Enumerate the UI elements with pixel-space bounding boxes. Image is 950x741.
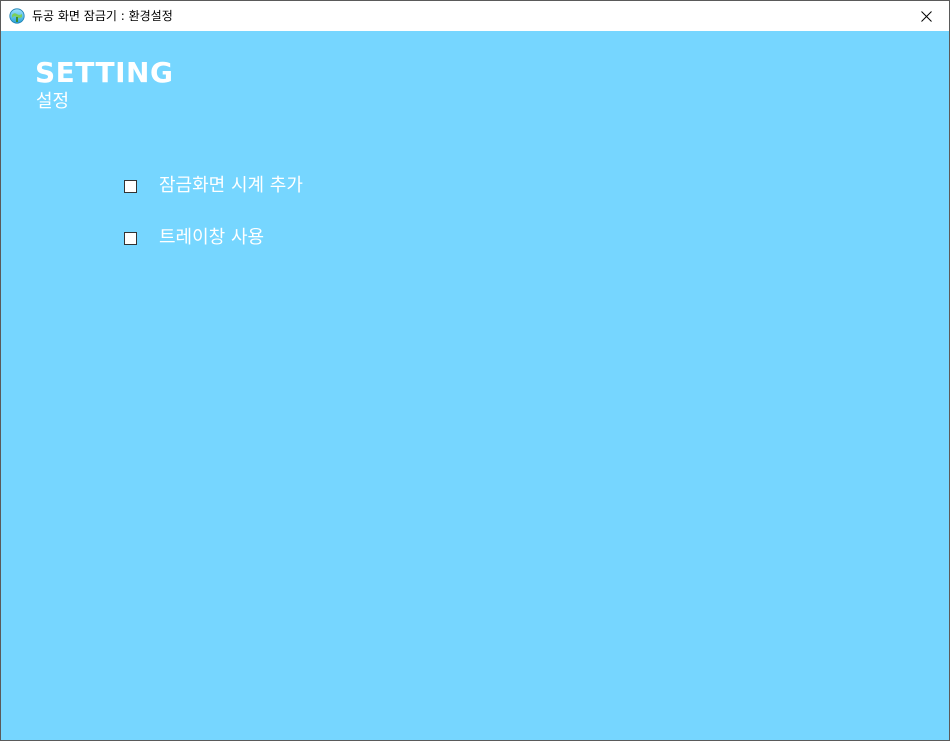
lockscreen-clock-checkbox[interactable] — [124, 179, 137, 193]
settings-window: 듀공 화면 잠금기 : 환경설정 SETTING 설정 잠금화면 시계 추가 트… — [0, 0, 950, 741]
tray-window-checkbox[interactable] — [124, 231, 137, 245]
settings-panel: SETTING 설정 잠금화면 시계 추가 트레이창 사용 — [1, 31, 949, 740]
page-title-en: SETTING — [35, 56, 174, 89]
app-icon — [9, 8, 25, 24]
option-tray-window[interactable]: 트레이창 사용 — [124, 226, 264, 250]
option-lockscreen-clock[interactable]: 잠금화면 시계 추가 — [124, 174, 303, 198]
close-button[interactable] — [903, 1, 949, 31]
page-title-ko: 설정 — [36, 91, 70, 112]
close-icon — [920, 10, 932, 22]
title-bar[interactable]: 듀공 화면 잠금기 : 환경설정 — [1, 1, 949, 31]
window-title: 듀공 화면 잠금기 : 환경설정 — [32, 9, 173, 23]
lockscreen-clock-label[interactable]: 잠금화면 시계 추가 — [159, 174, 303, 198]
tray-window-label[interactable]: 트레이창 사용 — [159, 226, 264, 250]
